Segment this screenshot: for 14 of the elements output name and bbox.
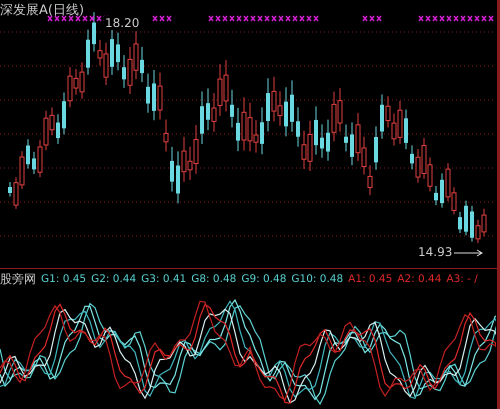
- indicator-value: G3: 0.41: [141, 273, 186, 285]
- indicator-value: G8: 0.48: [191, 273, 236, 285]
- high-price-label: 18.20: [104, 16, 140, 30]
- indicator-value: G1: 0.45: [41, 273, 86, 285]
- chart-title: 深发展A(日线): [0, 2, 84, 19]
- indicator-value: A2: 0.44: [397, 273, 442, 285]
- indicator-value: A1: 0.45: [348, 273, 392, 285]
- indicator-value: G2: 0.44: [91, 273, 136, 285]
- low-price-label: 14.93: [418, 245, 452, 259]
- indicator-value: G10: 0.48: [291, 273, 344, 285]
- indicator-name: 股旁网: [0, 270, 36, 288]
- indicator-value: A3: - /: [446, 273, 478, 285]
- indicator-value: G9: 0.48: [241, 273, 286, 285]
- arrow-icon: [454, 249, 484, 257]
